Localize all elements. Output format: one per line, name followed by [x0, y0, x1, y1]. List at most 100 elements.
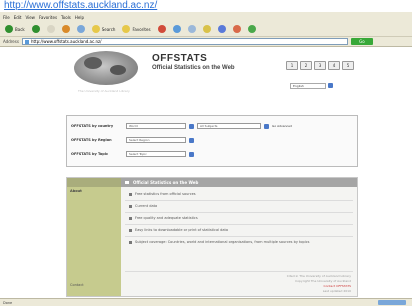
- language-go-icon[interactable]: [328, 83, 333, 88]
- topic-go-icon[interactable]: [189, 151, 194, 157]
- toolbar-button[interactable]: [201, 24, 213, 35]
- filter-label: OFFSTATS by Topic: [71, 152, 109, 156]
- country-select-value: World: [129, 124, 138, 128]
- menu-view[interactable]: View: [25, 15, 35, 20]
- toolbar-button[interactable]: [45, 24, 57, 35]
- nav-button[interactable]: 2: [300, 61, 312, 70]
- toolbar-button[interactable]: Search: [90, 24, 118, 35]
- toolbar-button[interactable]: [30, 24, 42, 35]
- divider: [125, 224, 353, 225]
- toolbar-icon: [76, 25, 85, 33]
- subject-go-icon[interactable]: [264, 123, 269, 129]
- toolbar-icon: [31, 25, 40, 33]
- nav-button[interactable]: 5: [342, 61, 354, 70]
- sidebar-about: About: [70, 189, 82, 193]
- filter-row-topic: OFFSTATS by Topic Select Topic: [71, 150, 194, 158]
- list-item-text: Free statistics from official sources: [135, 192, 196, 196]
- toolbar-button[interactable]: [246, 24, 258, 35]
- footer-line: Cited in The University of Auckland Libr…: [286, 274, 351, 278]
- list-item: Free quality and adequate statistics: [129, 216, 198, 220]
- toolbar-button[interactable]: [171, 24, 183, 35]
- bullet-icon: [129, 204, 132, 208]
- subject-select[interactable]: All Subjects: [197, 123, 261, 129]
- toolbar-icon: [5, 25, 13, 33]
- menu-help[interactable]: Help: [75, 15, 84, 20]
- nav-button[interactable]: 4: [328, 61, 340, 70]
- advanced-link[interactable]: Go Advanced: [272, 124, 292, 128]
- page-icon: [24, 39, 29, 44]
- toolbar-button[interactable]: [186, 24, 198, 35]
- subject-select-value: All Subjects: [200, 124, 218, 128]
- filter-row-country: OFFSTATS by country World All Subjects G…: [71, 122, 292, 130]
- footer-contact-link[interactable]: Contact OFFSTATS: [324, 284, 351, 288]
- address-url: http://www.offstats.auckland.ac.nz/: [30, 39, 102, 44]
- language-value: English: [293, 84, 304, 88]
- divider: [125, 271, 353, 272]
- url-banner[interactable]: http://www.offstats.auckland.ac.nz/: [0, 0, 412, 12]
- status-text: Done: [3, 300, 13, 305]
- content-header: Official Statistics on the Web: [67, 178, 357, 187]
- url-banner-link[interactable]: http://www.offstats.auckland.ac.nz/: [4, 0, 157, 11]
- menu-edit[interactable]: Edit: [14, 15, 22, 20]
- browser-toolbar: Back Search Favorites: [0, 22, 412, 37]
- page-viewport: OFFSTATS Official Statistics on the Web …: [0, 47, 412, 298]
- site-brand[interactable]: OFFSTATS: [152, 53, 207, 64]
- menu-favorites[interactable]: Favorites: [39, 15, 57, 20]
- toolbar-icon: [157, 25, 166, 33]
- bullet-icon: [129, 192, 132, 196]
- footer-line: Last updated 2010: [322, 289, 351, 293]
- toolbar-button[interactable]: [60, 24, 72, 35]
- toolbar-icon: [217, 25, 226, 33]
- toolbar-icon: [61, 25, 70, 33]
- content-sidebar: About Contact: [67, 187, 121, 296]
- region-go-icon[interactable]: [189, 137, 194, 143]
- toolbar-button-label: Favorites: [132, 26, 151, 32]
- toolbar-button[interactable]: [75, 24, 87, 35]
- filter-label: OFFSTATS by country: [71, 124, 114, 128]
- language-select[interactable]: English: [290, 83, 326, 89]
- list-item-text: Easy links to downloadable or print of s…: [135, 228, 229, 232]
- toolbar-icon: [46, 25, 55, 33]
- list-item: Current data: [129, 204, 157, 208]
- toolbar-button[interactable]: [216, 24, 228, 35]
- toolbar-button[interactable]: Back: [3, 24, 27, 35]
- nav-button[interactable]: 1: [286, 61, 298, 70]
- divider: [125, 236, 353, 237]
- menu-file[interactable]: File: [3, 15, 10, 20]
- nav-button-label: 2: [304, 63, 308, 68]
- divider: [125, 200, 353, 201]
- toolbar-icon: [122, 25, 131, 33]
- divider: [125, 212, 353, 213]
- toolbar-icon: [172, 25, 181, 33]
- menu-tools[interactable]: Tools: [61, 15, 71, 20]
- content-table: Official Statistics on the Web About Con…: [66, 177, 358, 297]
- nav-button-label: 3: [318, 63, 322, 68]
- nav-button-label: 4: [332, 63, 336, 68]
- address-label: Address: [3, 39, 19, 44]
- globe-logo-icon: [74, 51, 138, 85]
- go-button[interactable]: Go: [350, 38, 373, 45]
- toolbar-button[interactable]: [231, 24, 243, 35]
- nav-button[interactable]: 3: [314, 61, 326, 70]
- filter-label: OFFSTATS by Region: [71, 138, 112, 142]
- topic-select-value: Select Topic: [129, 152, 147, 156]
- nav-button-label: 1: [290, 63, 294, 68]
- country-go-icon[interactable]: [189, 123, 194, 129]
- list-item-text: Current data: [135, 204, 158, 208]
- filter-row-region: OFFSTATS by Region Select Region: [71, 136, 194, 144]
- site-subline: The University of Auckland Library: [78, 89, 130, 93]
- browser-menubar: File Edit View Favorites Tools Help: [0, 12, 412, 22]
- address-input[interactable]: http://www.offstats.auckland.ac.nz/: [21, 38, 348, 45]
- toolbar-button-label: Back: [15, 26, 25, 32]
- region-select[interactable]: Select Region: [126, 137, 186, 143]
- topic-select[interactable]: Select Topic: [126, 151, 186, 157]
- bullet-icon: [129, 216, 132, 220]
- toolbar-icon: [202, 25, 211, 33]
- list-item: Easy links to downloadable or print of s…: [129, 228, 228, 232]
- toolbar-button[interactable]: Favorites: [120, 24, 152, 35]
- country-select[interactable]: World: [126, 123, 186, 129]
- toolbar-button[interactable]: [156, 24, 168, 35]
- list-item-text: Free quality and adequate statistics: [135, 216, 198, 220]
- toolbar-icon: [91, 25, 100, 33]
- list-item: Subject coverage: Countries, world and i…: [129, 240, 309, 244]
